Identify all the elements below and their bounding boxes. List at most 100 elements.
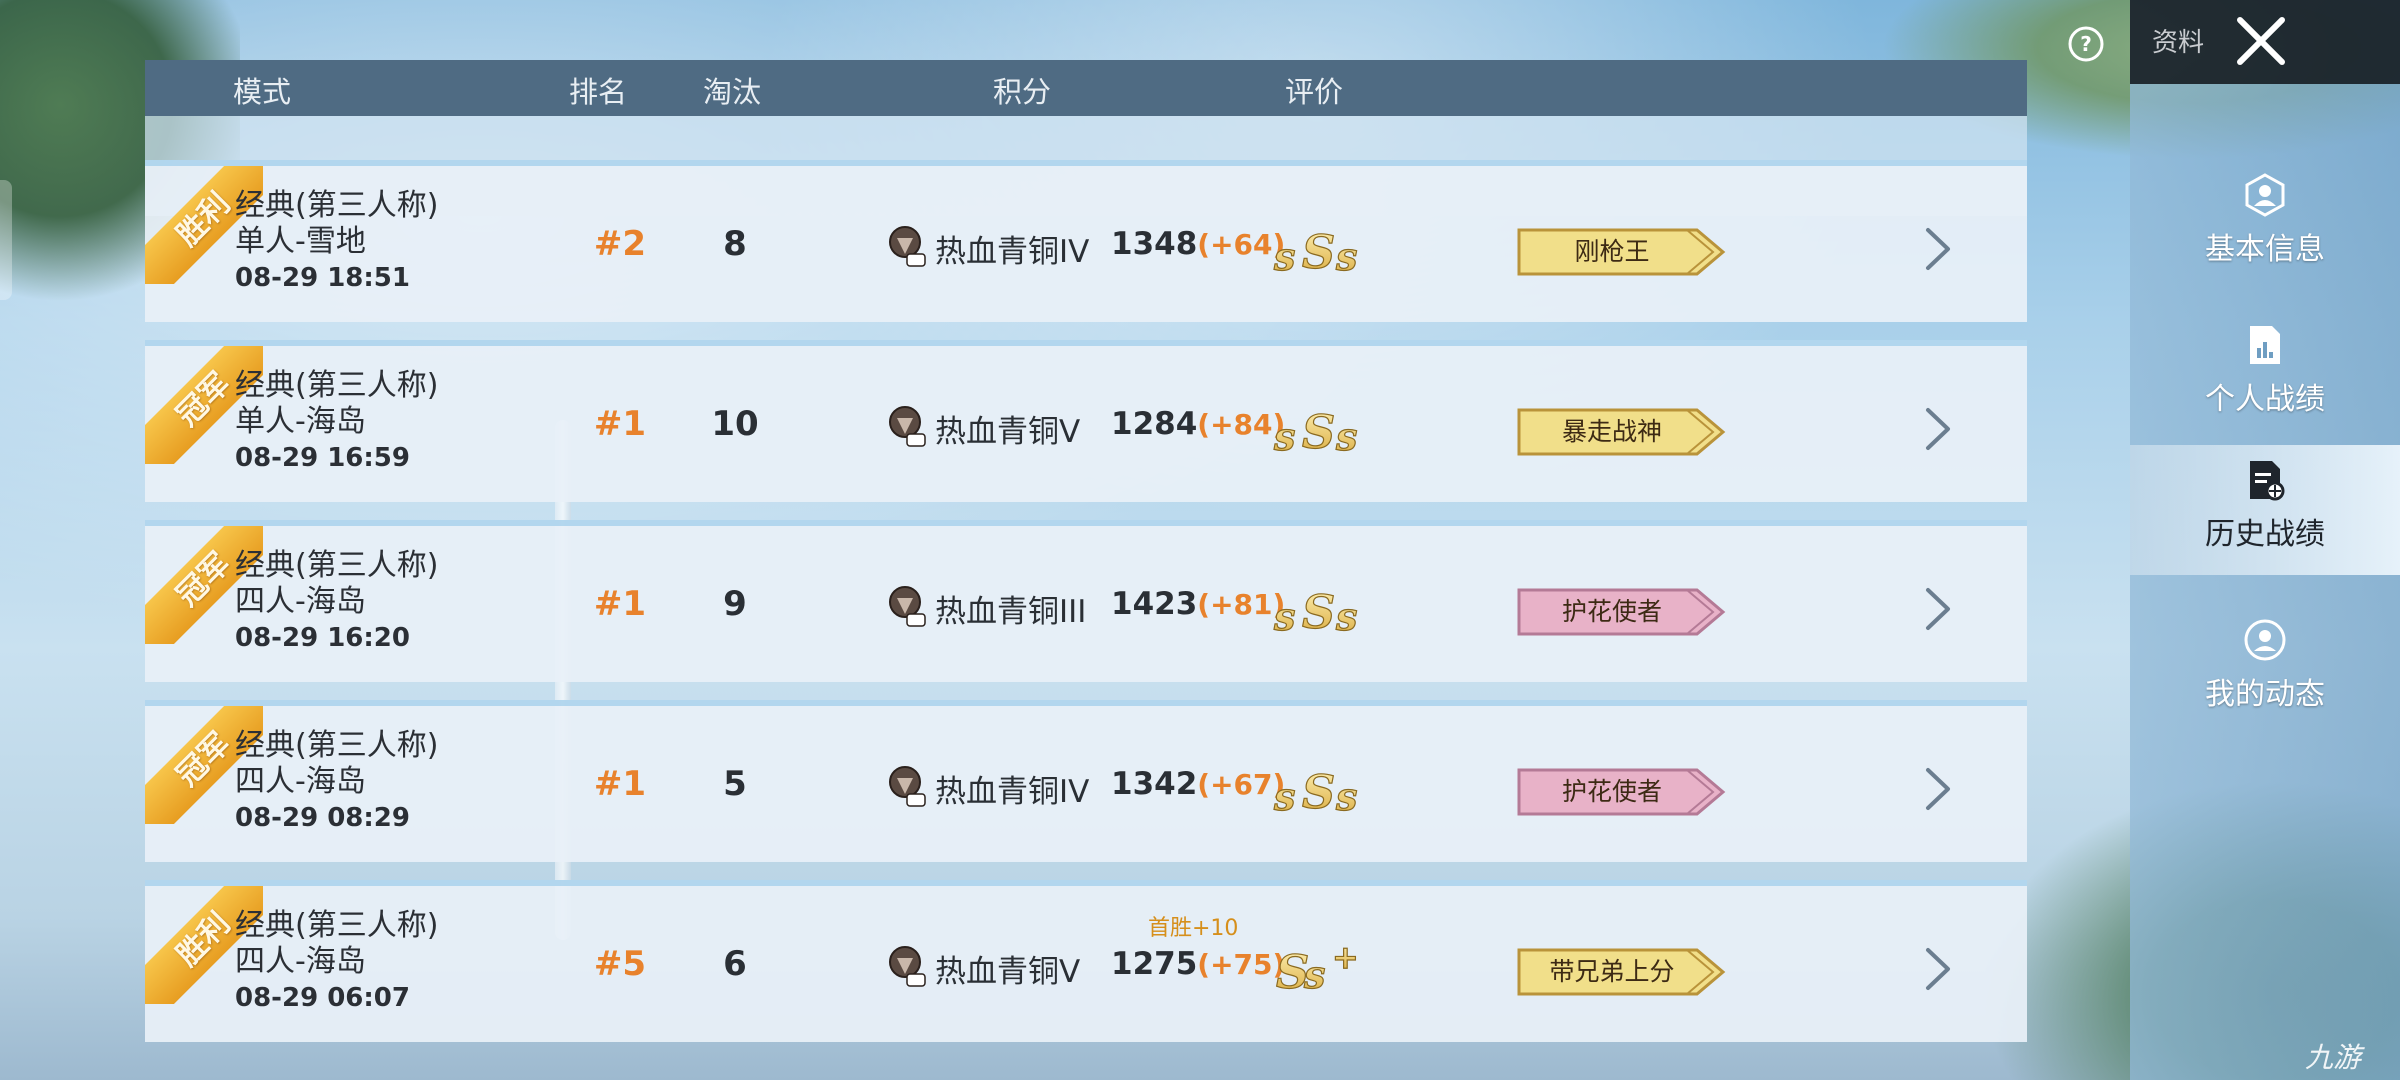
profile-icon [2245, 173, 2285, 217]
nav-match-history-label: 历史战绩 [2205, 517, 2325, 552]
match-rank: #5 [593, 944, 647, 984]
profile-label: 资料 [2152, 28, 2205, 58]
nav-basic-info-label: 基本信息 [2205, 232, 2325, 267]
bronze-tier-icon [889, 946, 926, 987]
svg-text:S: S [1302, 585, 1335, 638]
bronze-tier-icon [889, 766, 926, 807]
tier-name: 热血青铜IV [935, 774, 1090, 810]
svg-text:S: S [1302, 405, 1335, 458]
svg-text:s: s [1303, 952, 1325, 997]
history-icon [2250, 461, 2285, 501]
match-mode: 经典(第三人称) 单人-雪地 08-29 18:51 [235, 188, 438, 296]
tier-name: 热血青铜V [935, 414, 1081, 450]
left-edge-handle[interactable] [0, 180, 12, 300]
svg-text:S: S [1302, 765, 1335, 818]
title-badge: 护花使者 [1517, 766, 1727, 818]
title-badge: 刚枪王 [1517, 226, 1727, 278]
match-row[interactable]: 冠军 经典(第三人称) 四人-海岛 08-29 16:20 #1 9 热血青铜III 1423… [145, 520, 2027, 682]
map-name: 单人-雪地 [235, 224, 366, 259]
header-rating: 评价 [1285, 75, 1344, 109]
chevron-right-icon[interactable] [1920, 586, 1956, 632]
score: 1348(+64) [1111, 226, 1285, 262]
stats-icon [2250, 326, 2280, 364]
match-time: 08-29 08:29 [235, 803, 410, 833]
match-rank: #1 [593, 404, 647, 444]
svg-text:?: ? [2080, 32, 2092, 56]
grade-badge: sSs [1272, 764, 1358, 818]
grade-badge: sSs [1272, 404, 1358, 458]
match-kills: 9 [723, 584, 747, 624]
match-row[interactable]: 冠军 经典(第三人称) 四人-海岛 08-29 08:29 #1 5 热血青铜IV 1342(… [145, 700, 2027, 862]
map-name: 四人-海岛 [235, 764, 366, 799]
help-icon[interactable]: ? [2066, 24, 2106, 64]
match-row[interactable]: 冠军 经典(第三人称) 单人-海岛 08-29 16:59 #1 10 热血青铜V 1284(… [145, 340, 2027, 502]
bronze-tier-icon [889, 226, 926, 267]
nav-my-activity[interactable]: 我的动态 [2130, 605, 2400, 725]
score: 1284(+84) [1111, 406, 1285, 442]
side-top-bar: 资料 [2130, 0, 2400, 84]
mode-name: 经典(第三人称) [235, 368, 439, 403]
score: 1423(+81) [1111, 586, 1285, 622]
nav-my-activity-label: 我的动态 [2205, 677, 2325, 712]
nav-match-history[interactable]: 历史战绩 [2130, 445, 2400, 575]
first-win-bonus: 首胜+10 [1148, 916, 1239, 941]
close-icon[interactable] [2230, 10, 2292, 72]
match-mode: 经典(第三人称) 单人-海岛 08-29 16:59 [235, 368, 438, 476]
match-mode: 经典(第三人称) 四人-海岛 08-29 06:07 [235, 908, 438, 1016]
match-row[interactable]: 胜利 经典(第三人称) 单人-雪地 08-29 18:51 #2 8 热血青铜IV 1348(… [145, 160, 2027, 322]
map-name: 单人-海岛 [235, 404, 366, 439]
svg-text:s: s [1273, 774, 1295, 818]
header-kills: 淘汰 [703, 75, 762, 109]
svg-text:S: S [1302, 225, 1335, 278]
title-badge: 护花使者 [1517, 586, 1727, 638]
match-kills: 6 [723, 944, 747, 984]
match-time: 08-29 16:20 [235, 623, 410, 653]
svg-text:s: s [1273, 234, 1295, 278]
match-rank: #2 [593, 224, 647, 264]
score-value: 1348 [1111, 226, 1198, 262]
score-value: 1275 [1111, 946, 1198, 982]
match-time: 08-29 18:51 [235, 263, 410, 293]
map-name: 四人-海岛 [235, 944, 366, 979]
grade-badge: sSs [1272, 584, 1358, 638]
title-label: 暴走战神 [1561, 417, 1662, 446]
chevron-right-icon[interactable] [1920, 226, 1956, 272]
table-header: 模式 排名 淘汰 积分 评价 [145, 60, 2027, 116]
header-rank: 排名 [569, 75, 628, 109]
map-name: 四人-海岛 [235, 584, 366, 619]
title-badge: 带兄弟上分 [1517, 946, 1727, 998]
bronze-tier-icon [889, 586, 926, 627]
match-kills: 5 [723, 764, 747, 804]
grade-badge: Ss + [1275, 938, 1359, 998]
tier-name: 热血青铜V [935, 954, 1081, 990]
title-label: 带兄弟上分 [1549, 957, 1675, 986]
score: 1342(+67) [1111, 766, 1285, 802]
mode-name: 经典(第三人称) [235, 908, 439, 943]
tier-name: 热血青铜IV [935, 234, 1090, 270]
svg-text:s: s [1335, 774, 1357, 818]
chevron-right-icon[interactable] [1920, 406, 1956, 452]
nav-basic-info[interactable]: 基本信息 [2130, 160, 2400, 280]
match-rank: #1 [593, 584, 647, 624]
svg-text:s: s [1335, 414, 1357, 458]
bronze-tier-icon [889, 406, 926, 447]
chevron-right-icon[interactable] [1920, 946, 1956, 992]
match-mode: 经典(第三人称) 四人-海岛 08-29 08:29 [235, 728, 438, 836]
score-value: 1423 [1111, 586, 1198, 622]
match-mode: 经典(第三人称) 四人-海岛 08-29 16:20 [235, 548, 438, 656]
nav-personal-stats[interactable]: 个人战绩 [2130, 310, 2400, 430]
match-rank: #1 [593, 764, 647, 804]
title-label: 护花使者 [1561, 777, 1662, 806]
tier-name: 热血青铜III [935, 594, 1087, 630]
title-label: 护花使者 [1561, 597, 1662, 626]
mode-name: 经典(第三人称) [235, 188, 439, 223]
svg-text:s: s [1335, 594, 1357, 638]
svg-text:+: + [1332, 938, 1359, 976]
svg-text:s: s [1335, 234, 1357, 278]
mode-name: 经典(第三人称) [235, 728, 439, 763]
match-row[interactable]: 胜利 经典(第三人称) 四人-海岛 08-29 06:07 #5 6 首胜+10 热血青铜V 1… [145, 880, 2027, 1042]
svg-text:s: s [1273, 414, 1295, 458]
match-time: 08-29 06:07 [235, 983, 410, 1013]
chevron-right-icon[interactable] [1920, 766, 1956, 812]
match-time: 08-29 16:59 [235, 443, 410, 473]
